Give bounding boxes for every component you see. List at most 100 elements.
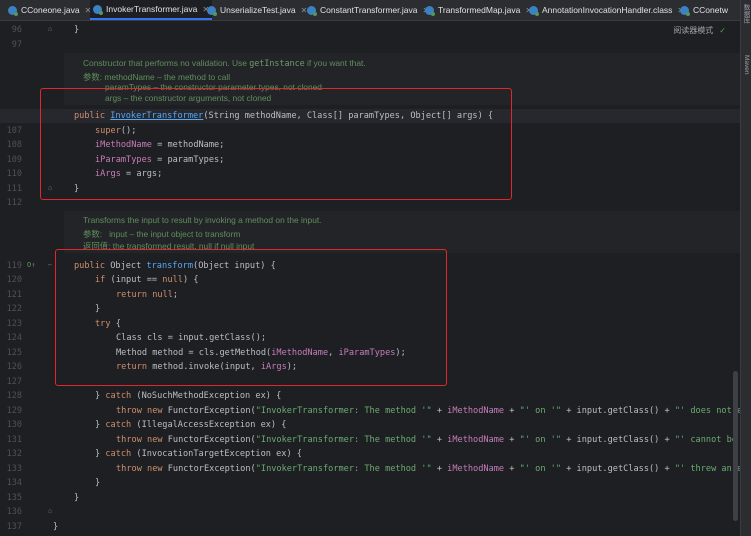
- javadoc-line: 参数: input – the input object to transfor…: [83, 228, 740, 240]
- code-token: }: [95, 420, 106, 430]
- code-token: "' on '": [519, 435, 562, 445]
- code-token: +: [431, 435, 448, 445]
- code-token: + input.getClass() +: [561, 435, 675, 445]
- maven-tool-label[interactable]: Maven: [743, 55, 750, 75]
- code-token: iMethodName: [447, 406, 505, 416]
- line-number: 134: [6, 478, 22, 488]
- javadoc-line: Transforms the input to result by invoki…: [83, 215, 322, 225]
- code-token: (NoSuchMethodException ex) {: [136, 391, 282, 401]
- code-token: +: [504, 435, 520, 445]
- code-line-137: }: [53, 522, 59, 532]
- code-token: FunctorException(: [167, 435, 256, 445]
- line-number: 108: [6, 140, 22, 150]
- reader-mode-toggle[interactable]: 阅读器模式 ✓: [673, 25, 726, 36]
- java-class-icon: [93, 4, 103, 15]
- code-token: (IllegalAccessException ex) {: [136, 420, 287, 430]
- fold-icon[interactable]: ⌂: [48, 507, 52, 515]
- line-number: 111: [6, 184, 22, 194]
- line-number: 126: [6, 362, 22, 372]
- code-token: throw new: [116, 464, 168, 474]
- code-token: "' does not ex: [674, 406, 740, 416]
- code-line-130: } catch (IllegalAccessException ex) {: [95, 420, 286, 430]
- tab-label: InvokerTransformer.java: [106, 4, 198, 14]
- line-number: 110: [6, 169, 22, 179]
- code-token: "InvokerTransformer: The method '": [255, 464, 432, 474]
- tab-transformedmap[interactable]: TransformedMap.java✕: [425, 0, 532, 20]
- editor-tab-bar: CConeone.java ✕ InvokerTransformer.java ✕ …: [0, 0, 751, 21]
- database-tool-label[interactable]: 数据库: [740, 4, 750, 24]
- code-token: iMethodName: [447, 435, 505, 445]
- code-line-131: throw new FunctorException("InvokerTrans…: [116, 435, 740, 445]
- code-line-134: }: [95, 478, 101, 488]
- tab-annotationinvocationhandler[interactable]: AnnotationInvocationHandler.class✕: [529, 0, 684, 20]
- tab-cconetw[interactable]: CConetw: [680, 0, 728, 20]
- tab-label: AnnotationInvocationHandler.class: [542, 5, 673, 15]
- code-token: catch: [105, 449, 137, 459]
- line-number: 124: [6, 333, 22, 343]
- code-token: +: [431, 406, 448, 416]
- reader-mode-label: 阅读器模式: [673, 26, 714, 35]
- javadoc-line: Constructor that performs no validation.…: [83, 58, 740, 68]
- line-number: 112: [6, 198, 22, 208]
- code-token: + input.getClass() +: [561, 464, 675, 474]
- tab-label: UnserializeTest.java: [220, 5, 296, 15]
- line-number: 129: [6, 406, 22, 416]
- code-token: iMethodName: [447, 464, 505, 474]
- line-number: 120: [6, 275, 22, 285]
- line-number: 97: [11, 40, 22, 50]
- code-line-135: }: [74, 493, 80, 503]
- code-line-132: } catch (InvocationTargetException ex) {: [95, 449, 302, 459]
- code-token: "InvokerTransformer: The method '": [255, 406, 432, 416]
- line-number: 119: [6, 261, 22, 271]
- tab-label: CConeone.java: [21, 5, 80, 15]
- line-number: 133: [6, 464, 22, 474]
- line-number: 125: [6, 348, 22, 358]
- javadoc-params-label: 参数:: [83, 229, 103, 239]
- tab-cconeone[interactable]: CConeone.java ✕: [8, 0, 91, 20]
- code-token: catch: [105, 391, 137, 401]
- code-line-128: } catch (NoSuchMethodException ex) {: [95, 391, 281, 401]
- javadoc-text: Constructor that performs no validation.…: [83, 58, 250, 68]
- java-class-icon: [680, 5, 690, 16]
- line-number: 128: [6, 391, 22, 401]
- line-number: 122: [6, 304, 22, 314]
- tab-label: TransformedMap.java: [438, 5, 521, 15]
- code-line-96: }: [74, 25, 80, 35]
- code-token: +: [504, 464, 520, 474]
- tab-label: ConstantTransformer.java: [320, 5, 418, 15]
- code-token: }: [95, 449, 106, 459]
- java-class-icon: [529, 5, 539, 16]
- line-number: 132: [6, 449, 22, 459]
- code-line-129: throw new FunctorException("InvokerTrans…: [116, 406, 740, 416]
- code-token: FunctorException(: [167, 406, 256, 416]
- line-number: 136: [6, 507, 22, 517]
- code-token: "' threw an ex: [674, 464, 740, 474]
- fold-icon[interactable]: ⌐: [48, 261, 52, 269]
- vertical-scrollbar[interactable]: [733, 371, 738, 521]
- tab-invokertransformer[interactable]: InvokerTransformer.java ✕: [90, 0, 213, 20]
- tab-constanttransformer[interactable]: ConstantTransformer.java✕: [307, 0, 429, 20]
- fold-icon[interactable]: ⌂: [48, 25, 52, 33]
- right-tool-strip: 数据库 Maven: [740, 0, 751, 536]
- line-number: 135: [6, 493, 22, 503]
- code-token: + input.getClass() +: [561, 406, 675, 416]
- code-token: "' cannot be a: [674, 435, 737, 445]
- java-class-icon: [425, 5, 435, 16]
- line-number: 131: [6, 435, 22, 445]
- code-token: "InvokerTransformer: The method '": [255, 435, 432, 445]
- check-icon: ✓: [719, 26, 726, 35]
- code-token: FunctorException(: [167, 464, 256, 474]
- tab-unserializetest[interactable]: UnserializeTest.java ✕: [207, 0, 307, 20]
- java-class-icon: [307, 5, 317, 16]
- code-token: throw new: [116, 435, 168, 445]
- override-marker-icon[interactable]: O↑: [27, 261, 35, 269]
- code-line-133: throw new FunctorException("InvokerTrans…: [116, 464, 740, 474]
- javadoc-link[interactable]: getInstance: [249, 58, 304, 68]
- code-token: (InvocationTargetException ex) {: [136, 449, 302, 459]
- code-editor[interactable]: 阅读器模式✓ 96 97 106 107 108 109 110 111 112…: [0, 21, 740, 536]
- highlight-box-transform: [55, 249, 447, 386]
- line-number: 127: [6, 377, 22, 387]
- code-token: "' on '": [519, 464, 562, 474]
- code-token: }: [95, 391, 106, 401]
- line-number: 137: [6, 522, 22, 532]
